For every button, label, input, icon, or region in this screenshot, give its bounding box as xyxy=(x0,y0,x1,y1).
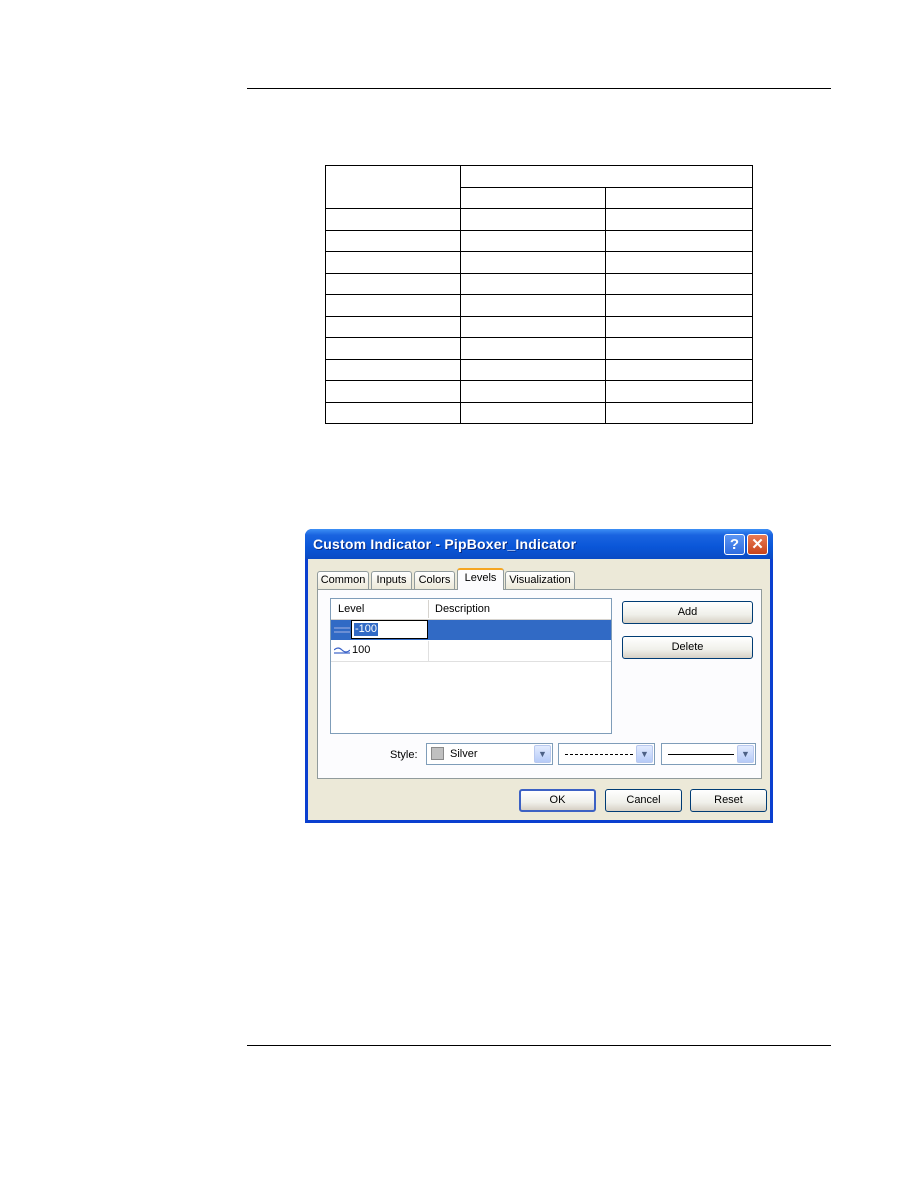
reset-button[interactable]: Reset xyxy=(690,789,767,812)
table-cell xyxy=(325,229,461,252)
close-icon: ✕ xyxy=(751,536,764,553)
table-cell xyxy=(325,315,461,338)
row-separator xyxy=(428,620,429,640)
list-item[interactable]: 100 xyxy=(331,641,611,662)
table-row xyxy=(325,251,753,274)
table-cell xyxy=(605,401,753,424)
table-cell xyxy=(460,186,606,209)
table-cell xyxy=(605,251,753,274)
table-cell xyxy=(460,294,606,317)
table-cell xyxy=(460,165,753,188)
tab-levels[interactable]: Levels xyxy=(457,568,504,590)
close-button[interactable]: ✕ xyxy=(747,534,768,555)
dialog-client-area: Common Inputs Colors Levels Visualizatio… xyxy=(308,559,770,820)
table-cell xyxy=(605,294,753,317)
table-row xyxy=(325,337,753,360)
level-edit-input[interactable]: -100 xyxy=(351,620,428,639)
table-cell xyxy=(325,208,461,231)
table-cell xyxy=(605,208,753,231)
table-cell xyxy=(605,337,753,360)
style-label: Style: xyxy=(390,749,418,761)
chevron-down-icon[interactable]: ▼ xyxy=(737,745,754,763)
levels-list[interactable]: Level Description -100 100 xyxy=(330,598,612,734)
column-header-description[interactable]: Description xyxy=(435,603,490,615)
table-cell xyxy=(605,358,753,381)
table-row xyxy=(325,358,753,381)
table-row xyxy=(325,380,753,403)
chevron-down-icon[interactable]: ▼ xyxy=(534,745,551,763)
dashed-line-icon xyxy=(565,754,633,755)
table-cell xyxy=(460,380,606,403)
table-row xyxy=(325,315,753,338)
table-cell xyxy=(605,229,753,252)
table-cell xyxy=(605,186,753,209)
tab-common[interactable]: Common xyxy=(317,571,369,589)
table-cell xyxy=(460,358,606,381)
solid-line-icon xyxy=(668,754,734,755)
list-header: Level Description xyxy=(331,599,611,620)
table-cell xyxy=(460,251,606,274)
table-cell xyxy=(460,272,606,295)
tab-visualization[interactable]: Visualization xyxy=(505,571,575,589)
table-cell xyxy=(605,315,753,338)
table-row xyxy=(325,272,753,295)
table-row xyxy=(325,229,753,252)
level-line-icon xyxy=(333,646,351,656)
table-row xyxy=(325,208,753,231)
help-button[interactable]: ? xyxy=(724,534,745,555)
tab-inputs[interactable]: Inputs xyxy=(371,571,412,589)
levels-panel: Level Description -100 100 Add Delete St… xyxy=(317,589,762,779)
table-cell xyxy=(605,272,753,295)
chevron-down-icon[interactable]: ▼ xyxy=(636,745,653,763)
table-cell xyxy=(325,165,461,209)
dialog-titlebar[interactable]: Custom Indicator - PipBoxer_Indicator ? … xyxy=(305,529,773,559)
row-separator xyxy=(428,641,429,661)
table-cell xyxy=(325,337,461,360)
footer-rule xyxy=(247,1045,831,1046)
list-item[interactable]: -100 xyxy=(331,620,611,640)
table-cell xyxy=(460,208,606,231)
table-cell xyxy=(460,337,606,360)
column-separator[interactable] xyxy=(428,600,429,618)
table-cell xyxy=(325,401,461,424)
color-swatch xyxy=(431,747,444,760)
table-cell xyxy=(325,272,461,295)
table-cell xyxy=(325,294,461,317)
column-header-level[interactable]: Level xyxy=(338,603,364,615)
table-cell xyxy=(325,358,461,381)
delete-button[interactable]: Delete xyxy=(622,636,753,659)
dialog-title: Custom Indicator - PipBoxer_Indicator xyxy=(313,536,577,552)
help-icon: ? xyxy=(729,536,740,553)
level-value: 100 xyxy=(352,644,371,656)
tab-colors[interactable]: Colors xyxy=(414,571,455,589)
table-cell xyxy=(325,380,461,403)
table-cell xyxy=(605,380,753,403)
table-cell xyxy=(460,229,606,252)
color-select[interactable]: Silver ▼ xyxy=(426,743,553,765)
table-row xyxy=(325,401,753,424)
color-name: Silver xyxy=(450,748,478,760)
table-cell xyxy=(460,401,606,424)
header-rule xyxy=(247,88,831,89)
cancel-button[interactable]: Cancel xyxy=(605,789,682,812)
line-width-select[interactable]: ▼ xyxy=(661,743,756,765)
ok-button[interactable]: OK xyxy=(519,789,596,812)
table-row xyxy=(325,294,753,317)
line-style-select[interactable]: ▼ xyxy=(558,743,655,765)
custom-indicator-dialog: Custom Indicator - PipBoxer_Indicator ? … xyxy=(305,529,773,823)
table-cell xyxy=(325,251,461,274)
add-button[interactable]: Add xyxy=(622,601,753,624)
table-cell xyxy=(460,315,606,338)
table-header-row xyxy=(325,165,753,209)
level-line-icon xyxy=(334,625,350,635)
document-table xyxy=(325,165,753,424)
